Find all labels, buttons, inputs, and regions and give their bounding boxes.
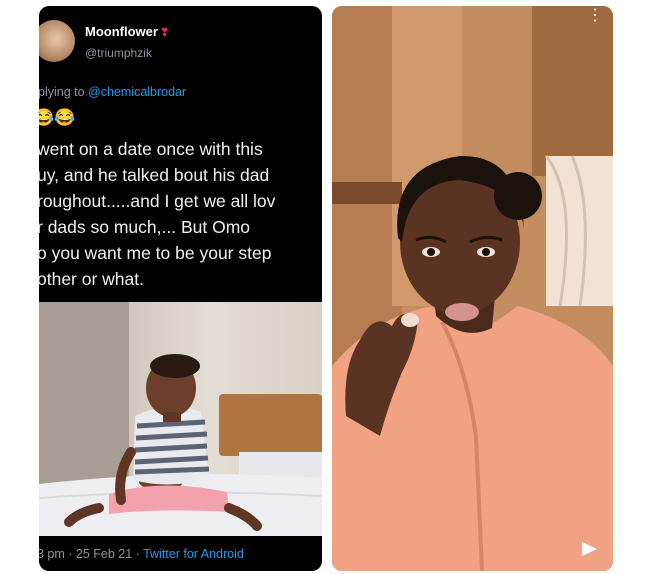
display-name[interactable]: Moonflower ❣ — [85, 24, 169, 39]
mention-link[interactable]: @chemicalbrodar — [88, 85, 186, 99]
tweet-text-line: roughout.....and I get we all lov — [39, 191, 276, 211]
tweet-timestamp[interactable]: 3 pm · 25 Feb 21 · — [39, 547, 143, 561]
tweet-meta: 3 pm · 25 Feb 21 · Twitter for Android — [39, 547, 244, 561]
selfie-photo[interactable]: ⋮ — [332, 6, 613, 571]
replying-to: plying to @chemicalbrodar — [39, 85, 186, 99]
display-name-text: Moonflower — [85, 24, 158, 39]
vertical-dots-icon[interactable]: ⋮ — [587, 8, 603, 24]
woman-portrait-photo — [332, 6, 613, 571]
tweet-media-photo[interactable] — [39, 302, 322, 536]
laughing-emoji-icon: 😂😂 — [39, 108, 76, 127]
user-handle[interactable]: @triumphzik — [85, 46, 152, 60]
tweet-source[interactable]: Twitter for Android — [143, 547, 244, 561]
tweet-text-line: o you want me to be your step — [39, 243, 272, 263]
tweet-text-line: other or what. — [39, 269, 144, 289]
child-sitting-on-bed-photo — [39, 302, 322, 536]
tweet-text-line: uy, and he talked bout his dad — [39, 165, 270, 185]
heart-icon: ❣ — [159, 27, 170, 39]
profile-avatar[interactable] — [39, 20, 75, 62]
tweet-text-line: went on a date once with this — [39, 139, 263, 159]
play-icon[interactable] — [579, 539, 599, 559]
replying-to-prefix: plying to — [39, 85, 89, 99]
tweet-text: went on a date once with this uy, and he… — [39, 136, 322, 292]
tweet-screenshot: Moonflower ❣ @triumphzik plying to @chemi… — [39, 6, 322, 571]
tweet-text-line: r dads so much,... But Omo — [39, 217, 250, 237]
